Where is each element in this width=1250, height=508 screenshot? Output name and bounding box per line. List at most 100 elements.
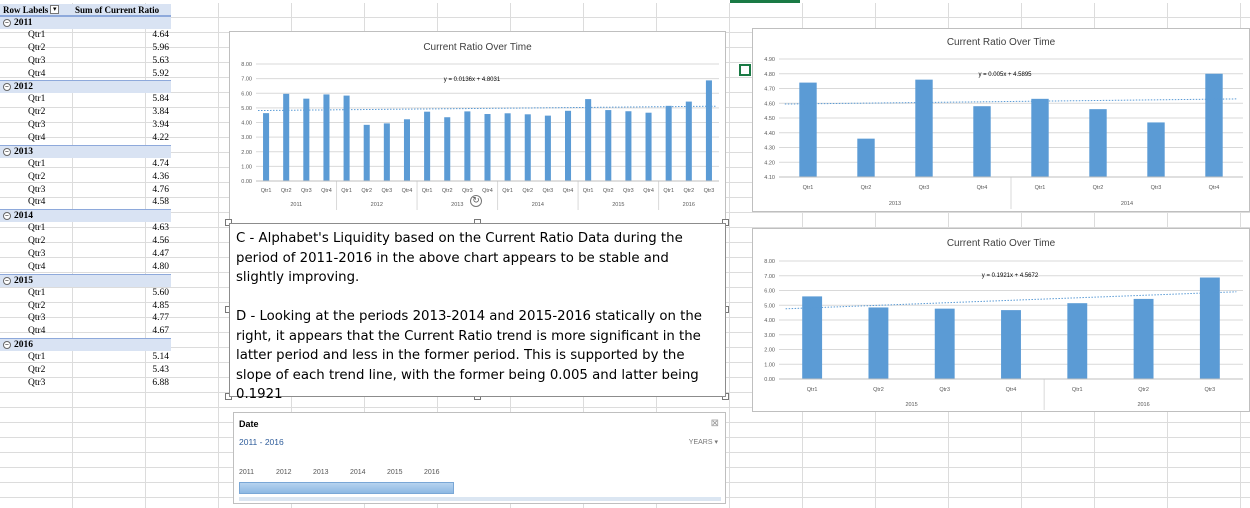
pivot-row[interactable]: Qtr2 4.36 xyxy=(0,171,171,184)
y-tick-label: 6.00 xyxy=(764,289,775,295)
pivot-row[interactable]: Qtr2 5.96 xyxy=(0,42,171,55)
time-level-dropdown[interactable]: YEARS ▾ xyxy=(689,438,718,446)
x-category-label: Qtr3 xyxy=(1205,387,1216,393)
year-row[interactable]: −2015 xyxy=(0,273,171,287)
ratio-value: 5.14 xyxy=(152,352,169,363)
pivot-row[interactable]: Qtr3 4.77 xyxy=(0,312,171,325)
year-row[interactable]: −2013 xyxy=(0,144,171,158)
clear-filter-icon[interactable]: ⊠ xyxy=(711,418,719,429)
row-labels-header[interactable]: Row Labels ▾ xyxy=(0,4,72,15)
pivot-row[interactable]: Qtr2 4.85 xyxy=(0,300,171,313)
ratio-value: 4.74 xyxy=(152,158,169,169)
year-row[interactable]: −2014 xyxy=(0,209,171,223)
pivot-row[interactable]: Qtr4 4.22 xyxy=(0,132,171,145)
quarter-label: Qtr2 xyxy=(28,107,46,118)
bar xyxy=(1089,109,1107,177)
quarter-label: Qtr4 xyxy=(28,68,46,79)
y-tick-label: 4.30 xyxy=(764,146,775,152)
y-tick-label: 4.00 xyxy=(764,318,775,324)
x-category-label: Qtr2 xyxy=(1093,185,1104,191)
ratio-value: 4.67 xyxy=(152,326,169,337)
date-slicer[interactable]: Date ⊠ 2011 - 2016 YEARS ▾ 2011 2012 2013 2… xyxy=(233,412,726,504)
pivot-row[interactable]: Qtr1 4.63 xyxy=(0,222,171,235)
x-category-label: Qtr4 xyxy=(321,188,332,194)
year-row[interactable]: −2016 xyxy=(0,338,171,352)
ratio-value: 5.84 xyxy=(152,94,169,105)
chart-2013-2014[interactable]: Current Ratio Over Time 4.10 4.20 4.30 4.40… xyxy=(752,28,1250,212)
pivot-row[interactable]: Qtr4 4.58 xyxy=(0,196,171,209)
chart-2015-2016[interactable]: Current Ratio Over Time 0.00 1.00 2.00 3.00… xyxy=(752,228,1250,412)
bar xyxy=(504,113,511,181)
pivot-row[interactable]: Qtr1 5.14 xyxy=(0,351,171,364)
pivot-row[interactable]: Qtr1 4.74 xyxy=(0,158,171,171)
chart-2013-2014-svg: 4.10 4.20 4.30 4.40 4.50 4.60 4.70 4.80 4.90 Qtr1… xyxy=(764,57,1243,209)
pivot-row[interactable]: Qtr1 5.84 xyxy=(0,93,171,106)
x-group-label: 2012 xyxy=(371,202,383,208)
bar xyxy=(857,138,875,177)
pivot-row[interactable]: Qtr2 3.84 xyxy=(0,106,171,119)
slicer-selection-bar[interactable] xyxy=(239,482,454,494)
year-row[interactable]: −2012 xyxy=(0,80,171,94)
y-tick-label: 4.60 xyxy=(764,101,775,107)
time-level-label: YEARS xyxy=(688,439,713,446)
collapse-icon[interactable]: − xyxy=(3,147,11,156)
x-category-label: Qtr3 xyxy=(543,188,554,194)
pivot-row[interactable]: Qtr3 3.94 xyxy=(0,119,171,132)
collapse-icon[interactable]: − xyxy=(3,83,11,92)
slicer-year-label: 2013 xyxy=(313,469,329,476)
pivot-row[interactable]: Qtr4 5.92 xyxy=(0,68,171,81)
pivot-row[interactable]: Qtr4 4.80 xyxy=(0,261,171,274)
pivot-row[interactable]: Qtr2 5.43 xyxy=(0,364,171,377)
x-category-label: Qtr3 xyxy=(1151,185,1162,191)
year-row[interactable]: −2011 xyxy=(0,16,171,29)
pivot-table[interactable]: Row Labels ▾ Sum of Current Ratio −2011 Qt… xyxy=(0,4,171,390)
bar xyxy=(1205,73,1223,177)
collapse-icon[interactable]: − xyxy=(3,18,11,27)
ratio-value: 4.76 xyxy=(152,184,169,195)
active-cell[interactable] xyxy=(739,64,751,76)
x-category-label: Qtr1 xyxy=(1072,387,1083,393)
pivot-row[interactable]: Qtr1 5.60 xyxy=(0,287,171,300)
slicer-year-label: 2014 xyxy=(350,469,366,476)
collapse-icon[interactable]: − xyxy=(3,341,11,350)
slicer-year-labels: 2011 2012 2013 2014 2015 2016 xyxy=(239,469,461,476)
rotate-icon[interactable]: ↻ xyxy=(470,195,482,207)
x-group-label: 2014 xyxy=(532,202,544,208)
ratio-value: 4.56 xyxy=(152,236,169,247)
y-tick-label: 5.00 xyxy=(764,303,775,309)
quarter-label: Qtr3 xyxy=(28,313,46,324)
slicer-year-label: 2016 xyxy=(424,469,440,476)
collapse-icon[interactable]: − xyxy=(3,276,11,285)
x-category-label: Qtr1 xyxy=(341,188,352,194)
pivot-row[interactable]: Qtr3 4.47 xyxy=(0,248,171,261)
pivot-row[interactable]: Qtr3 6.88 xyxy=(0,377,171,390)
y-tick-label: 1.00 xyxy=(764,362,775,368)
bar xyxy=(625,111,632,181)
pivot-row[interactable]: Qtr4 4.67 xyxy=(0,325,171,338)
y-tick-label: 3.00 xyxy=(241,135,252,141)
slicer-year-label: 2011 xyxy=(239,469,255,476)
pivot-row[interactable]: Qtr3 4.76 xyxy=(0,184,171,197)
pivot-row[interactable]: Qtr1 4.64 xyxy=(0,29,171,42)
bar xyxy=(283,93,290,181)
x-group-label: 2015 xyxy=(612,202,624,208)
ratio-value: 4.80 xyxy=(152,261,169,272)
trendline xyxy=(785,291,1237,310)
bar xyxy=(484,114,491,181)
x-category-label: Qtr4 xyxy=(1006,387,1017,393)
slicer-scrollbar[interactable] xyxy=(239,497,721,501)
quarter-label: Qtr4 xyxy=(28,133,46,144)
y-tick-label: 8.00 xyxy=(241,62,252,68)
pivot-row[interactable]: Qtr2 4.56 xyxy=(0,235,171,248)
collapse-icon[interactable]: − xyxy=(3,212,11,221)
quarter-label: Qtr3 xyxy=(28,184,46,195)
bar xyxy=(1001,310,1021,379)
ratio-value: 4.36 xyxy=(152,171,169,182)
ratio-value: 4.22 xyxy=(152,133,169,144)
x-category-label: Qtr2 xyxy=(442,188,453,194)
y-tick-label: 4.80 xyxy=(764,72,775,78)
row-labels-text: Row Labels xyxy=(3,4,49,15)
pivot-row[interactable]: Qtr3 5.63 xyxy=(0,55,171,68)
filter-icon[interactable]: ▾ xyxy=(50,5,60,14)
analysis-textbox[interactable]: C - Alphabet's Liquidity based on the Cu… xyxy=(229,223,726,402)
